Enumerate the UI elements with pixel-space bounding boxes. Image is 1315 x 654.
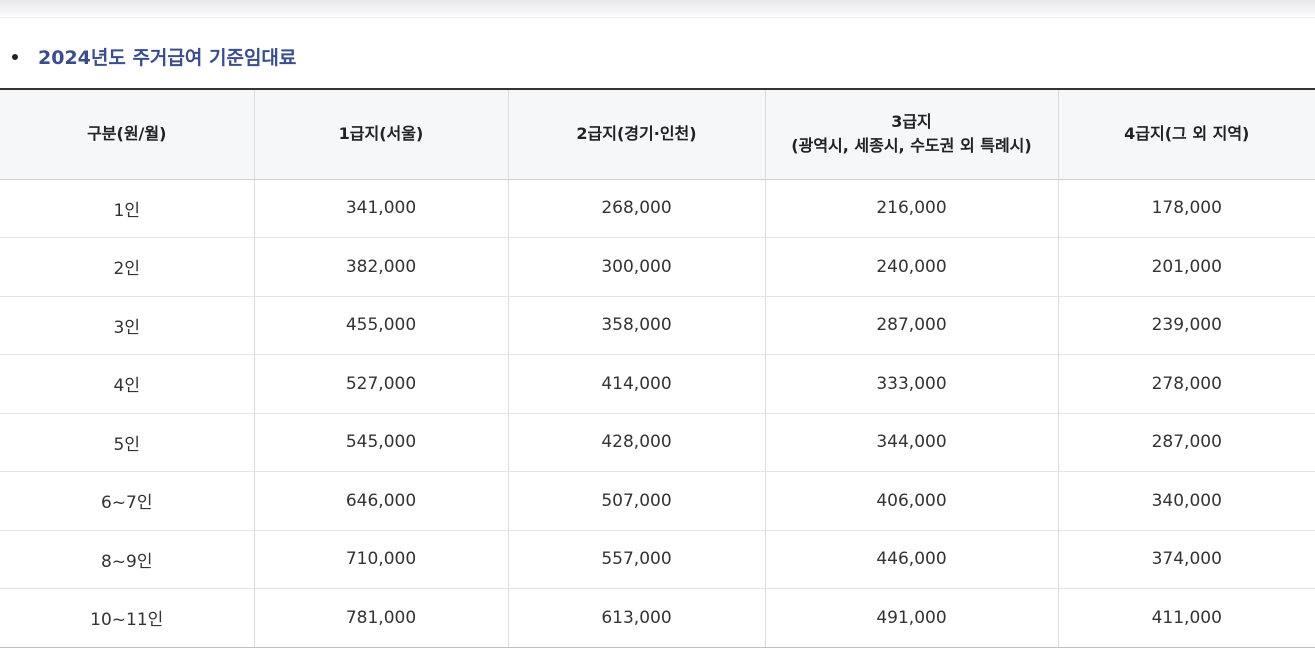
household-size-cell: 4인: [0, 354, 254, 414]
section-heading-row: 2024년도 주거급여 기준임대료: [0, 40, 1315, 74]
tier-1-rent-cell: 455,000: [253, 296, 508, 355]
table-row: 4인 527,000 414,000 333,000 278,000: [0, 354, 1315, 414]
tier-3-rent-cell: 240,000: [764, 237, 1058, 297]
tier-4-rent-cell: 374,000: [1057, 530, 1315, 589]
header-tier-4: 4급지(그 외 지역): [1057, 88, 1315, 180]
header-tier-3-sublabel: (광역시, 세종시, 수도권 외 특례시): [791, 136, 1032, 156]
tier-1-rent-cell: 527,000: [253, 354, 508, 414]
tier-2-rent-cell: 507,000: [507, 471, 765, 531]
tier-3-rent-cell: 287,000: [764, 296, 1058, 355]
header-tier-1-label: 1급지(서울): [338, 124, 424, 144]
tier-2-rent-cell: 557,000: [507, 530, 765, 589]
header-tier-2-label: 2급지(경기·인천): [576, 124, 697, 144]
table-body: 1인 341,000 268,000 216,000 178,000 2인 382,000 3…: [0, 179, 1315, 648]
tier-2-rent-cell: 268,000: [507, 179, 765, 238]
tier-4-rent-cell: 239,000: [1057, 296, 1315, 355]
tier-1-rent-cell: 710,000: [253, 530, 508, 589]
tier-4-rent-cell: 201,000: [1057, 237, 1315, 297]
header-tier-4-label: 4급지(그 외 지역): [1124, 124, 1250, 144]
table-row: 10~11인 781,000 613,000 491,000 411,000: [0, 588, 1315, 648]
tier-3-rent-cell: 216,000: [764, 179, 1058, 238]
household-size-cell: 5인: [0, 413, 254, 472]
top-divider: [0, 0, 1315, 18]
tier-3-rent-cell: 344,000: [764, 413, 1058, 472]
tier-2-rent-cell: 414,000: [507, 354, 765, 414]
household-size-cell: 6~7인: [0, 471, 254, 531]
header-tier-1: 1급지(서울): [253, 88, 508, 180]
tier-1-rent-cell: 341,000: [253, 179, 508, 238]
household-size-cell: 3인: [0, 296, 254, 355]
section-heading: 2024년도 주거급여 기준임대료: [38, 47, 297, 69]
tier-4-rent-cell: 178,000: [1057, 179, 1315, 238]
header-category-label: 구분(원/월): [87, 124, 167, 144]
table-row: 5인 545,000 428,000 344,000 287,000: [0, 413, 1315, 472]
tier-2-rent-cell: 428,000: [507, 413, 765, 472]
tier-4-rent-cell: 411,000: [1057, 588, 1315, 648]
tier-4-rent-cell: 340,000: [1057, 471, 1315, 531]
tier-1-rent-cell: 545,000: [253, 413, 508, 472]
tier-4-rent-cell: 287,000: [1057, 413, 1315, 472]
tier-3-rent-cell: 491,000: [764, 588, 1058, 648]
tier-2-rent-cell: 358,000: [507, 296, 765, 355]
header-tier-3-label: 3급지: [891, 112, 932, 132]
table-row: 6~7인 646,000 507,000 406,000 340,000: [0, 471, 1315, 531]
tier-2-rent-cell: 300,000: [507, 237, 765, 297]
tier-1-rent-cell: 781,000: [253, 588, 508, 648]
table-row: 1인 341,000 268,000 216,000 178,000: [0, 179, 1315, 238]
bullet-icon: [12, 54, 18, 60]
table-header: 구분(원/월) 1급지(서울) 2급지(경기·인천) 3급지 (광역시, 세종시…: [0, 88, 1315, 180]
tier-2-rent-cell: 613,000: [507, 588, 765, 648]
tier-4-rent-cell: 278,000: [1057, 354, 1315, 414]
standard-rent-table: 구분(원/월) 1급지(서울) 2급지(경기·인천) 3급지 (광역시, 세종시…: [0, 88, 1315, 648]
table-row: 2인 382,000 300,000 240,000 201,000: [0, 237, 1315, 297]
table-row: 8~9인 710,000 557,000 446,000 374,000: [0, 530, 1315, 589]
table-row: 3인 455,000 358,000 287,000 239,000: [0, 296, 1315, 355]
household-size-cell: 8~9인: [0, 530, 254, 589]
household-size-cell: 2인: [0, 237, 254, 297]
tier-3-rent-cell: 446,000: [764, 530, 1058, 589]
tier-1-rent-cell: 382,000: [253, 237, 508, 297]
household-size-cell: 1인: [0, 179, 254, 238]
header-category: 구분(원/월): [0, 88, 254, 180]
tier-1-rent-cell: 646,000: [253, 471, 508, 531]
header-tier-3: 3급지 (광역시, 세종시, 수도권 외 특례시): [764, 88, 1058, 180]
tier-3-rent-cell: 406,000: [764, 471, 1058, 531]
header-row: 구분(원/월) 1급지(서울) 2급지(경기·인천) 3급지 (광역시, 세종시…: [0, 88, 1315, 180]
household-size-cell: 10~11인: [0, 588, 254, 648]
header-tier-2: 2급지(경기·인천): [507, 88, 765, 180]
tier-3-rent-cell: 333,000: [764, 354, 1058, 414]
